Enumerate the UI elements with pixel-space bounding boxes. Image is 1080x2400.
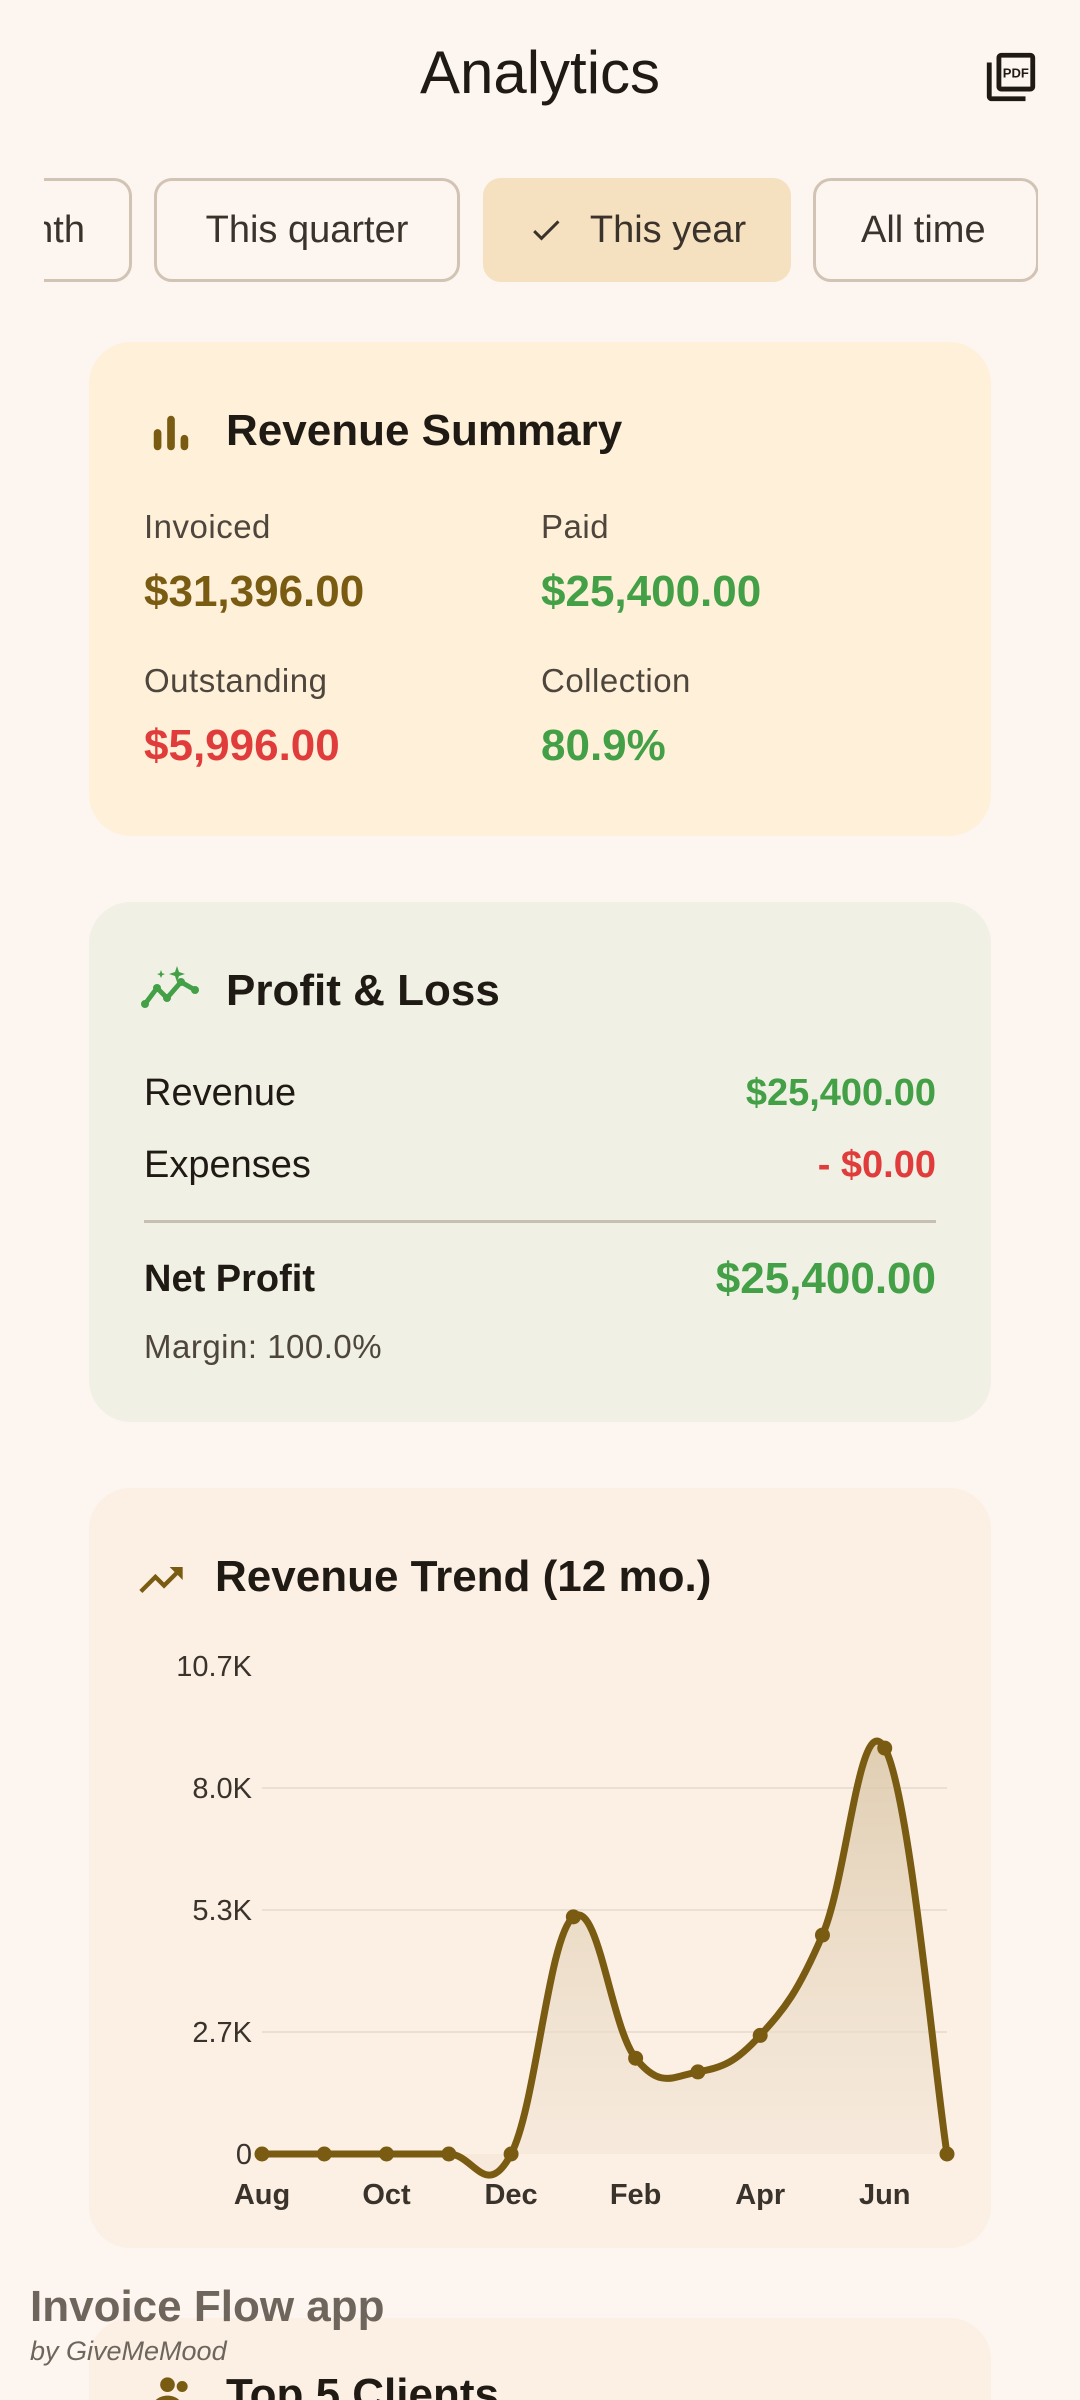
invoiced-label: Invoiced [144,508,271,545]
app-bar: Analytics PDF [0,0,1080,155]
revenue-trend-chart: 0 2.7K 5.3K 8.0K 10.7K Aug Oct Dec Feb Apr Jun [176,1651,955,2211]
x-tick-label: Apr [735,2179,785,2211]
chip-label: This quarter [205,208,409,251]
x-tick-label: Jun [859,2179,911,2211]
insights-icon [141,964,199,1017]
data-point [565,1909,581,1925]
paid-value: $25,400.00 [541,567,762,616]
profit-loss-card: Profit & Loss Revenue $25,400.00 Expense… [89,902,991,1422]
data-point [690,2064,706,2080]
x-tick-label: Dec [484,2179,537,2211]
chip-this-quarter[interactable]: This quarter [154,178,460,282]
revenue-summary-card: Revenue Summary Invoiced $31,396.00 Paid… [89,342,991,836]
card-title: Revenue Summary [226,406,623,455]
divider [144,1220,936,1223]
bar-chart-icon [148,410,194,461]
watermark-title: Invoice Flow app [30,2282,385,2331]
revenue-trend-card: Revenue Trend (12 mo.) 0 2.7K 5.3K 8.0K 10.7… [89,1488,991,2248]
svg-text:PDF: PDF [1003,66,1029,81]
expenses-label: Expenses [144,1144,311,1186]
revenue-value: $25,400.00 [745,1072,936,1114]
collection-value: 80.9% [541,721,666,770]
card-title: Top 5 Clients [226,2370,499,2400]
revenue-label: Revenue [144,1072,297,1114]
chip-this-month[interactable]: nth [44,178,132,282]
y-tick-label: 5.3K [192,1895,252,1927]
invoiced-value: $31,396.00 [144,567,365,616]
watermark-subtitle: by GiveMeMood [30,2336,227,2366]
x-tick-label: Oct [362,2179,411,2211]
data-point [628,2050,644,2066]
data-point [379,2146,395,2162]
y-tick-label: 8.0K [192,1773,252,1805]
export-pdf-button[interactable]: PDF [978,44,1044,110]
period-filter-chips: nth This quarter This year All time [44,178,1038,284]
outstanding-value: $5,996.00 [144,721,340,770]
x-tick-label: Aug [234,2179,290,2211]
chip-all-time[interactable]: All time [813,178,1038,282]
data-point [939,2146,955,2162]
collection-label: Collection [541,662,691,699]
chip-label: nth [44,208,85,251]
data-point [814,1927,830,1943]
people-icon [151,2370,195,2400]
chip-this-year[interactable]: This year [483,178,791,282]
data-point [877,1740,893,1756]
data-point [316,2146,332,2162]
paid-label: Paid [541,508,610,545]
y-tick-label: 2.7K [192,2017,252,2049]
y-tick-label: 0 [236,2139,252,2171]
app-watermark: Invoice Flow app by GiveMeMood [30,2282,385,2367]
net-profit-value: $25,400.00 [715,1254,936,1303]
data-point [441,2146,457,2162]
data-point [254,2146,270,2162]
expenses-value: - $0.00 [817,1144,936,1186]
page-title: Analytics [419,39,661,106]
card-title: Profit & Loss [226,966,500,1015]
picture-as-pdf-icon: PDF [986,52,1036,102]
net-profit-label: Net Profit [144,1258,315,1300]
chip-label: All time [861,208,986,251]
y-tick-label: 10.7K [176,1651,252,1683]
margin-text: Margin: 100.0% [144,1328,383,1365]
data-point [752,2027,768,2043]
data-point [503,2146,519,2162]
x-tick-label: Feb [610,2179,662,2211]
chip-label: This year [589,208,747,251]
outstanding-label: Outstanding [144,662,328,699]
check-icon [528,212,564,248]
